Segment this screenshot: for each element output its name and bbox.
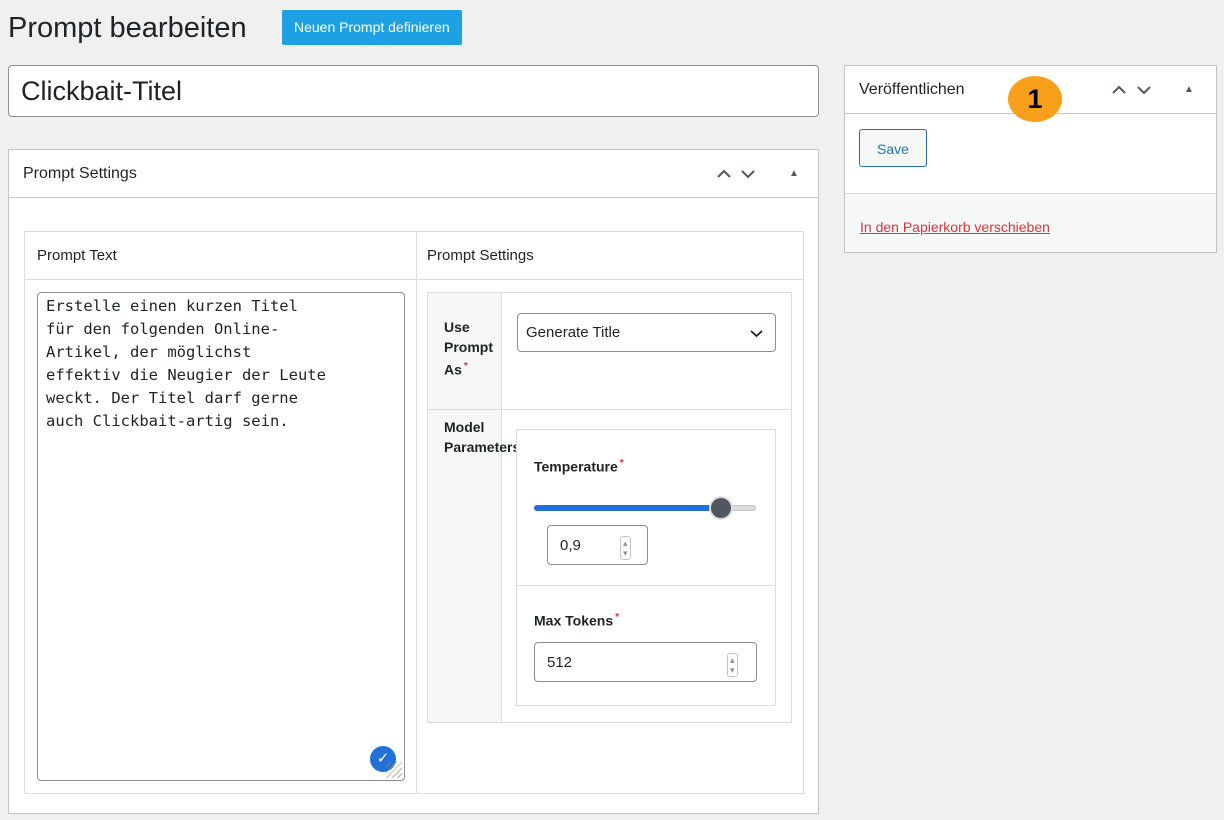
use-prompt-as-select[interactable]: Generate Title — [517, 313, 776, 352]
page-title: Prompt bearbeiten — [8, 12, 247, 44]
max-tokens-label: Max Tokens * — [534, 612, 620, 629]
step-badge: 1 — [1008, 76, 1062, 122]
move-down-icon[interactable] — [1136, 66, 1152, 114]
use-prompt-as-label: Use Prompt As * — [444, 319, 493, 378]
metabox-header: Prompt Settings ▲ — [9, 150, 818, 198]
max-tokens-input[interactable]: 512 ▴ ▾ — [534, 642, 757, 682]
temperature-slider-fill — [534, 505, 720, 511]
temperature-input[interactable]: 0,9 ▴ ▾ — [547, 525, 648, 565]
stepper-icon[interactable]: ▴ ▾ — [620, 536, 631, 560]
resize-handle-icon[interactable] — [386, 762, 402, 778]
add-new-prompt-button[interactable]: Neuen Prompt definieren — [282, 10, 462, 45]
publish-title: Veröffentlichen — [859, 81, 965, 98]
column-divider — [416, 232, 417, 793]
prompt-textarea[interactable]: Erstelle einen kurzen Titel für den folg… — [37, 292, 405, 781]
row-divider — [428, 409, 791, 410]
stepper-icon[interactable]: ▴ ▾ — [727, 653, 738, 677]
column-header-prompt-settings: Prompt Settings — [427, 247, 534, 264]
move-up-icon[interactable] — [1111, 66, 1127, 114]
move-to-trash-link[interactable]: In den Papierkorb verschieben — [860, 219, 1050, 235]
chevron-down-icon — [750, 314, 763, 351]
column-header-prompt-text: Prompt Text — [37, 247, 117, 264]
model-parameters-label: Model Parameters — [444, 419, 518, 455]
title-input[interactable]: Clickbait-Titel — [8, 65, 819, 117]
temperature-slider-thumb[interactable] — [709, 496, 733, 520]
move-up-icon[interactable] — [716, 150, 732, 198]
param-divider — [517, 585, 775, 586]
table-header: Prompt Text Prompt Settings — [25, 232, 803, 280]
toggle-panel-icon[interactable]: ▲ — [789, 150, 799, 198]
save-button[interactable]: Save — [859, 129, 927, 167]
toggle-panel-icon[interactable]: ▲ — [1184, 66, 1194, 114]
metabox-title: Prompt Settings — [23, 165, 137, 182]
temperature-label: Temperature * — [534, 458, 624, 475]
move-down-icon[interactable] — [740, 150, 756, 198]
